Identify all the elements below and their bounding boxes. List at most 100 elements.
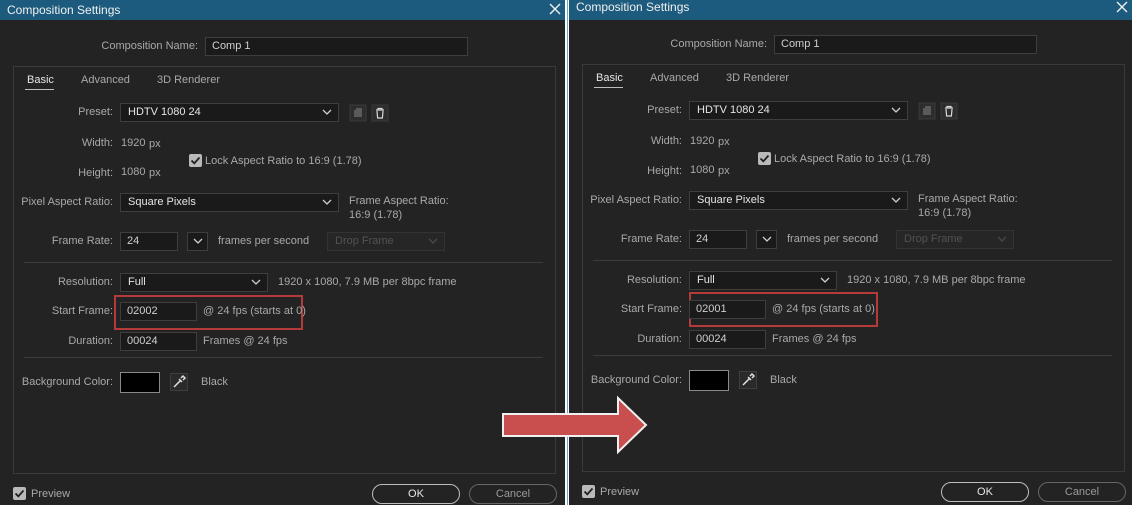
preview-checkbox[interactable] — [582, 485, 595, 498]
tab-advanced[interactable]: Advanced — [650, 72, 699, 84]
trash-icon[interactable] — [371, 104, 389, 122]
trash-icon[interactable] — [940, 102, 958, 120]
right-arrow-icon — [502, 395, 648, 455]
frame-rate-dropdown[interactable] — [187, 232, 208, 251]
dialog-title: Composition Settings — [7, 3, 121, 17]
drop-frame-value: Drop Frame — [335, 235, 394, 247]
width-value[interactable]: 1920 — [690, 135, 714, 147]
chevron-down-icon — [762, 236, 772, 242]
save-preset-icon[interactable] — [918, 102, 936, 120]
duration-label: Duration: — [68, 335, 113, 347]
chevron-down-icon — [251, 279, 261, 285]
fps-label: frames per second — [218, 235, 310, 247]
close-icon[interactable] — [1114, 0, 1130, 15]
height-value[interactable]: 1080 — [690, 164, 714, 176]
frame-rate-input[interactable]: 24 — [120, 232, 178, 251]
preset-dropdown[interactable]: HDTV 1080 24 — [120, 103, 339, 122]
separator — [24, 262, 543, 263]
start-frame-info: @ 24 fps (starts at 0) — [203, 305, 306, 317]
frame-rate-dropdown[interactable] — [756, 230, 777, 249]
background-color-swatch[interactable] — [120, 372, 160, 393]
start-frame-info: @ 24 fps (starts at 0) — [772, 303, 875, 315]
chevron-down-icon — [428, 238, 438, 244]
eyedropper-icon[interactable] — [739, 371, 757, 389]
chevron-down-icon — [322, 199, 332, 205]
ok-button[interactable]: OK — [941, 482, 1029, 502]
resolution-value: Full — [697, 274, 715, 286]
close-icon[interactable] — [547, 1, 563, 17]
composition-name-label: Composition Name: — [101, 40, 198, 52]
duration-input[interactable]: 00024 — [689, 330, 766, 349]
composition-name-label: Composition Name: — [670, 38, 767, 50]
composition-settings-dialog-after: Composition Settings Composition Name: C… — [569, 0, 1132, 505]
frame-rate-label: Frame Rate: — [620, 233, 682, 245]
preset-value: HDTV 1080 24 — [128, 106, 201, 118]
preview-checkbox[interactable] — [13, 487, 26, 500]
tab-3d-renderer[interactable]: 3D Renderer — [157, 74, 220, 86]
width-label: Width: — [650, 135, 682, 147]
resolution-label: Resolution: — [57, 276, 113, 288]
chevron-down-icon — [997, 236, 1007, 242]
tab-advanced[interactable]: Advanced — [81, 74, 130, 86]
start-frame-input[interactable]: 02001 — [689, 300, 766, 319]
settings-group — [13, 66, 556, 474]
preset-dropdown[interactable]: HDTV 1080 24 — [689, 101, 908, 120]
chevron-down-icon — [891, 197, 901, 203]
width-label: Width: — [81, 137, 113, 149]
pixel-aspect-label: Pixel Aspect Ratio: — [21, 196, 113, 208]
resolution-dropdown[interactable]: Full — [120, 273, 268, 292]
chevron-down-icon — [193, 238, 203, 244]
width-unit: px — [718, 136, 730, 148]
preset-value: HDTV 1080 24 — [697, 104, 770, 116]
frame-aspect-value: 16:9 (1.78) — [349, 209, 403, 221]
background-color-swatch[interactable] — [689, 370, 729, 391]
cancel-button[interactable]: Cancel — [469, 484, 557, 504]
lock-aspect-label: Lock Aspect Ratio to 16:9 (1.78) — [774, 153, 931, 165]
tab-basic[interactable]: Basic — [27, 74, 54, 86]
frame-rate-input[interactable]: 24 — [689, 230, 747, 249]
title-bar: Composition Settings — [569, 0, 1132, 20]
background-color-name: Black — [770, 374, 797, 386]
active-tab-underline — [594, 87, 623, 88]
pixel-aspect-value: Square Pixels — [697, 194, 765, 206]
preset-label: Preset: — [78, 106, 113, 118]
start-frame-input[interactable]: 02002 — [120, 302, 197, 321]
active-tab-underline — [25, 89, 54, 90]
settings-group — [582, 64, 1125, 472]
lock-aspect-checkbox[interactable] — [189, 154, 202, 167]
save-preset-icon[interactable] — [349, 104, 367, 122]
duration-info: Frames @ 24 fps — [772, 333, 857, 345]
height-label: Height: — [78, 167, 113, 179]
chevron-down-icon — [820, 277, 830, 283]
ok-button[interactable]: OK — [372, 484, 460, 504]
tab-3d-renderer[interactable]: 3D Renderer — [726, 72, 789, 84]
frame-aspect-label: Frame Aspect Ratio: — [349, 195, 449, 207]
background-color-label: Background Color: — [21, 376, 113, 388]
pixel-aspect-dropdown[interactable]: Square Pixels — [689, 191, 908, 210]
lock-aspect-checkbox[interactable] — [758, 152, 771, 165]
tab-basic[interactable]: Basic — [596, 72, 623, 84]
eyedropper-icon[interactable] — [170, 373, 188, 391]
width-unit: px — [149, 138, 161, 150]
width-value[interactable]: 1920 — [121, 137, 145, 149]
composition-settings-dialog-before: Composition Settings Composition Name: C… — [0, 0, 565, 505]
composition-name-input[interactable]: Comp 1 — [774, 35, 1037, 54]
duration-info: Frames @ 24 fps — [203, 335, 288, 347]
dialog-title: Composition Settings — [576, 0, 690, 14]
height-value[interactable]: 1080 — [121, 166, 145, 178]
pixel-aspect-dropdown[interactable]: Square Pixels — [120, 193, 339, 212]
lock-aspect-label: Lock Aspect Ratio to 16:9 (1.78) — [205, 155, 362, 167]
pixel-aspect-value: Square Pixels — [128, 196, 196, 208]
duration-input[interactable]: 00024 — [120, 332, 197, 351]
composition-name-input[interactable]: Comp 1 — [205, 37, 468, 56]
chevron-down-icon — [891, 107, 901, 113]
background-color-label: Background Color: — [590, 374, 682, 386]
height-unit: px — [718, 165, 730, 177]
frame-rate-label: Frame Rate: — [51, 235, 113, 247]
resolution-dropdown[interactable]: Full — [689, 271, 837, 290]
resolution-label: Resolution: — [626, 274, 682, 286]
separator — [593, 260, 1112, 261]
start-frame-label: Start Frame: — [51, 305, 113, 317]
fps-label: frames per second — [787, 233, 879, 245]
cancel-button[interactable]: Cancel — [1038, 482, 1126, 502]
